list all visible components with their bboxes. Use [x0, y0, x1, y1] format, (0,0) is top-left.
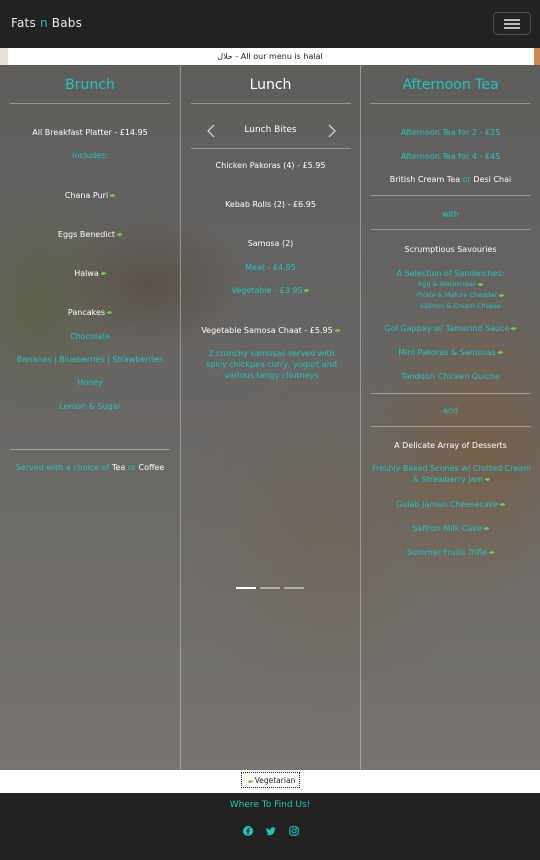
leaf-icon [304, 288, 310, 293]
menu-item: Vegetable Samosa Chaat - £5.95 [181, 325, 360, 336]
brunch-title: Brunch [65, 77, 115, 93]
menu-item: British Cream Tea or Desi Chai [389, 175, 512, 184]
carousel-indicator-2[interactable] [260, 587, 280, 589]
leaf-icon [116, 232, 123, 237]
navbar-toggle-button[interactable] [493, 12, 531, 35]
divider [371, 195, 531, 196]
menu-item: Mini Pakoras & Samosas [361, 347, 540, 358]
hamburger-icon [504, 19, 520, 21]
menu-section-heading: Scrumptious Savouries [404, 245, 497, 254]
leaf-icon [106, 310, 113, 315]
carousel-indicators [236, 587, 306, 590]
menu-item: A Selection of Sandwiches: [396, 269, 505, 278]
leaf-icon [334, 328, 341, 333]
brand-text-n: n [39, 16, 48, 30]
legend-strip: Vegetarian [0, 770, 540, 793]
hamburger-icon-bar [504, 27, 520, 29]
carousel-indicator-3[interactable] [284, 587, 304, 589]
menu-item: Salmon & Cream Cheese [419, 302, 502, 310]
menu-item: Includes: [72, 151, 108, 160]
menu-item: with [442, 210, 459, 219]
menu-item: Summer Fruits Trifle [361, 547, 540, 558]
menu-item: Afternoon Tea for 4 - £45 [400, 152, 501, 161]
leaf-icon [484, 477, 491, 482]
afternoon-tea-column: Afternoon Tea Afternoon Tea for 2 - £25 … [361, 65, 540, 770]
chevron-right-icon [328, 124, 336, 138]
brand-text-right: Babs [47, 16, 83, 30]
lunch-column: Lunch Lunch Bites Chicken Pakoras (4) - … [180, 65, 361, 770]
instagram-icon[interactable] [289, 821, 299, 836]
menu-item: Afternoon Tea for 2 - £25 [400, 128, 501, 137]
menu-item: Egg & Watercress [361, 280, 540, 289]
menu-item-description: 2 crunchy samosas served with spicy chic… [206, 349, 337, 380]
menu-item: Pickle & Mature Chedder [371, 291, 540, 300]
menu-item: Tandoori Chicken Quiche [401, 372, 500, 381]
divider [10, 103, 170, 104]
carousel-next-button[interactable] [327, 123, 337, 138]
divider [371, 393, 531, 394]
menu-item: Freshly Baked Scones w/ Clotted Cream & … [372, 464, 531, 484]
leaf-icon [109, 193, 116, 198]
navbar: Fats n Babs [0, 0, 540, 48]
brand-logo[interactable]: Fats n Babs [11, 16, 82, 30]
menu-item: Kebab Rolls (2) - £6.95 [225, 200, 316, 209]
menu-item: Meat - £4.95 [245, 263, 296, 272]
vegetarian-legend: Vegetarian [241, 772, 300, 788]
divider [191, 148, 351, 149]
divider [371, 103, 531, 104]
menu-item: Halwa [0, 268, 180, 279]
served-with-note: Served with a choice of Tea or Coffee [15, 463, 165, 472]
hamburger-icon-bar [504, 23, 520, 25]
menu-item: Saffron Milk Cake [361, 523, 540, 534]
leaf-icon [497, 350, 503, 355]
menu-item: Honey [77, 378, 103, 387]
leaf-icon [247, 778, 254, 784]
menu-item: Lemon & Sugar [59, 402, 121, 411]
menu-item: Gulab Jaman Cheesecake [361, 499, 540, 510]
leaf-icon [498, 292, 505, 298]
carousel-indicator-1[interactable] [236, 587, 256, 589]
halal-banner-text: حلال - All our menu is halal [217, 52, 323, 61]
menu-item: Chicken Pakoras (4) - £5.95 [215, 161, 326, 170]
divider [10, 449, 170, 450]
leaf-icon [511, 326, 517, 331]
menu-item: Samosa (2) [247, 239, 294, 248]
afternoon-tea-title: Afternoon Tea [402, 77, 499, 93]
menu-item: Vegetable - £3.95 [181, 285, 360, 296]
divider [191, 103, 351, 104]
leaf-icon [499, 502, 506, 507]
menu-item: Bananas | Blueberries | Strawberries [16, 355, 164, 364]
menu-item: Chocolate [69, 332, 111, 341]
menu-item: All Breakfast Platter - £14.95 [32, 128, 148, 137]
menu-item: Pancakes [0, 307, 180, 318]
leaf-icon [483, 526, 490, 531]
lunch-title: Lunch [249, 77, 292, 93]
menu-item: Gol Gappay w/ Tamarind Sauce [361, 323, 540, 334]
menu-item: Eggs Benedict [0, 229, 180, 240]
menu-item: Chana Puri [0, 190, 180, 201]
footer-title: Where To Find Us! [229, 800, 311, 810]
divider [371, 229, 531, 230]
brunch-column: Brunch All Breakfast Platter - £14.95 In… [0, 65, 180, 770]
menu-item: and [442, 406, 459, 415]
leaf-icon [488, 550, 495, 555]
menu-section-heading: A Delicate Array of Desserts [394, 441, 507, 450]
leaf-icon [477, 281, 484, 287]
leaf-icon [100, 271, 107, 276]
facebook-icon[interactable] [243, 821, 253, 836]
twitter-icon[interactable] [266, 821, 276, 836]
brand-text-left: Fats [11, 16, 40, 30]
divider [371, 426, 531, 427]
halal-banner: حلال - All our menu is halal [0, 48, 540, 65]
